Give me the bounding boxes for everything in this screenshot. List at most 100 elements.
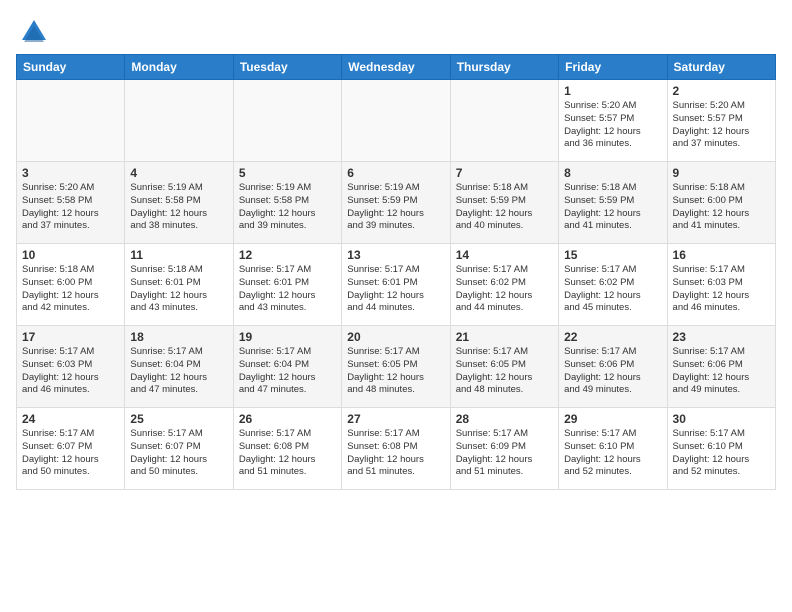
day-number: 7 [456, 166, 553, 180]
calendar-day-header: Tuesday [233, 55, 341, 80]
day-info: Sunrise: 5:17 AM Sunset: 6:07 PM Dayligh… [22, 428, 119, 479]
day-info: Sunrise: 5:19 AM Sunset: 5:58 PM Dayligh… [130, 182, 227, 233]
calendar-cell [450, 80, 558, 162]
day-info: Sunrise: 5:17 AM Sunset: 6:06 PM Dayligh… [673, 346, 770, 397]
day-number: 21 [456, 330, 553, 344]
day-info: Sunrise: 5:17 AM Sunset: 6:10 PM Dayligh… [564, 428, 661, 479]
day-info: Sunrise: 5:17 AM Sunset: 6:09 PM Dayligh… [456, 428, 553, 479]
calendar-cell [233, 80, 341, 162]
day-info: Sunrise: 5:17 AM Sunset: 6:02 PM Dayligh… [456, 264, 553, 315]
calendar-cell: 11 Sunrise: 5:18 AM Sunset: 6:01 PM Dayli… [125, 244, 233, 326]
calendar-cell: 26 Sunrise: 5:17 AM Sunset: 6:08 PM Dayli… [233, 408, 341, 490]
day-number: 17 [22, 330, 119, 344]
day-info: Sunrise: 5:17 AM Sunset: 6:10 PM Dayligh… [673, 428, 770, 479]
day-info: Sunrise: 5:17 AM Sunset: 6:02 PM Dayligh… [564, 264, 661, 315]
day-number: 13 [347, 248, 444, 262]
calendar-cell [342, 80, 450, 162]
day-number: 30 [673, 412, 770, 426]
calendar-cell: 9 Sunrise: 5:18 AM Sunset: 6:00 PM Daylig… [667, 162, 775, 244]
calendar-cell: 2Sunrise: 5:20 AM Sunset: 5:57 PM Daylig… [667, 80, 775, 162]
calendar-day-header: Monday [125, 55, 233, 80]
calendar-cell: 10 Sunrise: 5:18 AM Sunset: 6:00 PM Dayli… [17, 244, 125, 326]
calendar-day-header: Saturday [667, 55, 775, 80]
calendar-header-row: SundayMondayTuesdayWednesdayThursdayFrid… [17, 55, 776, 80]
day-number: 18 [130, 330, 227, 344]
day-info: Sunrise: 5:18 AM Sunset: 5:59 PM Dayligh… [564, 182, 661, 233]
header [16, 16, 776, 44]
calendar-cell: 21Sunrise: 5:17 AM Sunset: 6:05 PM Dayli… [450, 326, 558, 408]
day-number: 19 [239, 330, 336, 344]
calendar-week-row: 3Sunrise: 5:20 AM Sunset: 5:58 PM Daylig… [17, 162, 776, 244]
calendar-cell: 14 Sunrise: 5:17 AM Sunset: 6:02 PM Dayli… [450, 244, 558, 326]
day-number: 24 [22, 412, 119, 426]
calendar-cell: 30 Sunrise: 5:17 AM Sunset: 6:10 PM Dayli… [667, 408, 775, 490]
calendar-week-row: 17 Sunrise: 5:17 AM Sunset: 6:03 PM Dayli… [17, 326, 776, 408]
day-info: Sunrise: 5:17 AM Sunset: 6:03 PM Dayligh… [673, 264, 770, 315]
calendar-cell [125, 80, 233, 162]
calendar-day-header: Wednesday [342, 55, 450, 80]
day-info: Sunrise: 5:17 AM Sunset: 6:04 PM Dayligh… [239, 346, 336, 397]
day-number: 5 [239, 166, 336, 180]
logo-icon [18, 16, 50, 44]
calendar-cell: 1Sunrise: 5:20 AM Sunset: 5:57 PM Daylig… [559, 80, 667, 162]
day-info: Sunrise: 5:17 AM Sunset: 6:08 PM Dayligh… [239, 428, 336, 479]
day-number: 15 [564, 248, 661, 262]
day-info: Sunrise: 5:20 AM Sunset: 5:57 PM Dayligh… [564, 100, 661, 151]
calendar-cell: 28 Sunrise: 5:17 AM Sunset: 6:09 PM Dayli… [450, 408, 558, 490]
calendar-week-row: 24 Sunrise: 5:17 AM Sunset: 6:07 PM Dayli… [17, 408, 776, 490]
day-info: Sunrise: 5:17 AM Sunset: 6:01 PM Dayligh… [347, 264, 444, 315]
calendar-week-row: 1Sunrise: 5:20 AM Sunset: 5:57 PM Daylig… [17, 80, 776, 162]
day-number: 8 [564, 166, 661, 180]
day-info: Sunrise: 5:19 AM Sunset: 5:58 PM Dayligh… [239, 182, 336, 233]
day-info: Sunrise: 5:18 AM Sunset: 6:00 PM Dayligh… [673, 182, 770, 233]
day-number: 10 [22, 248, 119, 262]
day-info: Sunrise: 5:18 AM Sunset: 5:59 PM Dayligh… [456, 182, 553, 233]
calendar-cell: 7 Sunrise: 5:18 AM Sunset: 5:59 PM Daylig… [450, 162, 558, 244]
calendar-cell: 5 Sunrise: 5:19 AM Sunset: 5:58 PM Daylig… [233, 162, 341, 244]
calendar-cell [17, 80, 125, 162]
calendar-cell: 4 Sunrise: 5:19 AM Sunset: 5:58 PM Daylig… [125, 162, 233, 244]
day-number: 9 [673, 166, 770, 180]
calendar-cell: 8 Sunrise: 5:18 AM Sunset: 5:59 PM Daylig… [559, 162, 667, 244]
calendar-cell: 15 Sunrise: 5:17 AM Sunset: 6:02 PM Dayli… [559, 244, 667, 326]
day-number: 22 [564, 330, 661, 344]
calendar-cell: 23 Sunrise: 5:17 AM Sunset: 6:06 PM Dayli… [667, 326, 775, 408]
day-number: 4 [130, 166, 227, 180]
day-info: Sunrise: 5:18 AM Sunset: 6:01 PM Dayligh… [130, 264, 227, 315]
day-info: Sunrise: 5:17 AM Sunset: 6:05 PM Dayligh… [347, 346, 444, 397]
calendar-cell: 27 Sunrise: 5:17 AM Sunset: 6:08 PM Dayli… [342, 408, 450, 490]
calendar-day-header: Thursday [450, 55, 558, 80]
calendar-cell: 18 Sunrise: 5:17 AM Sunset: 6:04 PM Dayli… [125, 326, 233, 408]
logo [16, 16, 50, 44]
day-info: Sunrise: 5:17 AM Sunset: 6:08 PM Dayligh… [347, 428, 444, 479]
calendar-cell: 16 Sunrise: 5:17 AM Sunset: 6:03 PM Dayli… [667, 244, 775, 326]
day-info: Sunrise: 5:18 AM Sunset: 6:00 PM Dayligh… [22, 264, 119, 315]
calendar-cell: 22 Sunrise: 5:17 AM Sunset: 6:06 PM Dayli… [559, 326, 667, 408]
day-number: 23 [673, 330, 770, 344]
calendar-cell: 12 Sunrise: 5:17 AM Sunset: 6:01 PM Dayli… [233, 244, 341, 326]
calendar-cell: 13 Sunrise: 5:17 AM Sunset: 6:01 PM Dayli… [342, 244, 450, 326]
day-info: Sunrise: 5:19 AM Sunset: 5:59 PM Dayligh… [347, 182, 444, 233]
calendar-cell: 24 Sunrise: 5:17 AM Sunset: 6:07 PM Dayli… [17, 408, 125, 490]
day-info: Sunrise: 5:17 AM Sunset: 6:07 PM Dayligh… [130, 428, 227, 479]
day-info: Sunrise: 5:17 AM Sunset: 6:01 PM Dayligh… [239, 264, 336, 315]
day-info: Sunrise: 5:17 AM Sunset: 6:04 PM Dayligh… [130, 346, 227, 397]
day-number: 25 [130, 412, 227, 426]
day-number: 28 [456, 412, 553, 426]
day-number: 26 [239, 412, 336, 426]
day-number: 14 [456, 248, 553, 262]
day-number: 16 [673, 248, 770, 262]
calendar-week-row: 10 Sunrise: 5:18 AM Sunset: 6:00 PM Dayli… [17, 244, 776, 326]
day-info: Sunrise: 5:17 AM Sunset: 6:03 PM Dayligh… [22, 346, 119, 397]
page: SundayMondayTuesdayWednesdayThursdayFrid… [0, 0, 792, 500]
calendar-cell: 25 Sunrise: 5:17 AM Sunset: 6:07 PM Dayli… [125, 408, 233, 490]
calendar-day-header: Friday [559, 55, 667, 80]
day-number: 11 [130, 248, 227, 262]
calendar-cell: 20Sunrise: 5:17 AM Sunset: 6:05 PM Dayli… [342, 326, 450, 408]
day-info: Sunrise: 5:20 AM Sunset: 5:57 PM Dayligh… [673, 100, 770, 151]
day-info: Sunrise: 5:17 AM Sunset: 6:06 PM Dayligh… [564, 346, 661, 397]
day-number: 12 [239, 248, 336, 262]
day-number: 27 [347, 412, 444, 426]
calendar-cell: 19 Sunrise: 5:17 AM Sunset: 6:04 PM Dayli… [233, 326, 341, 408]
calendar: SundayMondayTuesdayWednesdayThursdayFrid… [16, 54, 776, 490]
